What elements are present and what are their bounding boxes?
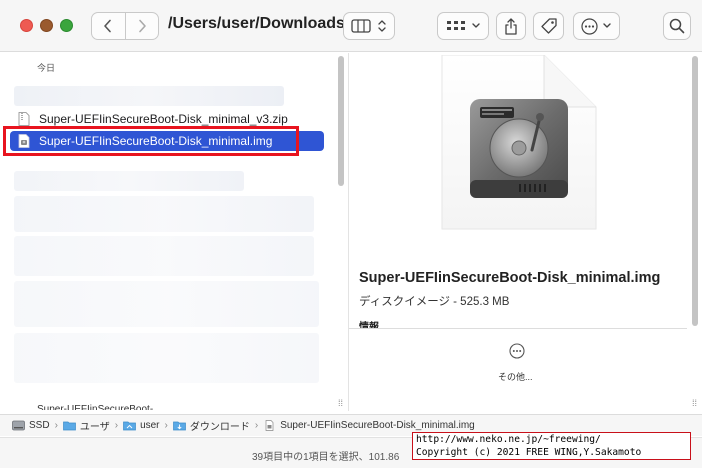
close-window-button[interactable] <box>20 19 33 32</box>
path-crumb-file[interactable]: Super-UEFIinSecureBoot-Disk_minimal.img <box>263 420 475 431</box>
chevron-down-icon <box>471 23 480 28</box>
more-icon[interactable] <box>509 343 525 359</box>
home-folder-icon <box>123 421 136 431</box>
file-list-scrollbar[interactable] <box>338 56 344 186</box>
column-resize-handle[interactable]: ⁞⁞ <box>692 398 697 408</box>
tag-button[interactable] <box>533 12 564 40</box>
chevron-right-icon <box>139 19 146 33</box>
blurred-row <box>14 281 319 327</box>
view-mode-button[interactable] <box>343 12 395 40</box>
highlight-annotation <box>3 126 299 156</box>
more-icon <box>581 17 598 35</box>
zip-file-icon <box>18 112 30 126</box>
file-name: Super-UEFIinSecureBoot-Disk_minimal_v3.z… <box>39 112 288 126</box>
preview-file-name: Super-UEFIinSecureBoot-Disk_minimal.img <box>359 270 661 286</box>
navigation-buttons <box>91 12 159 40</box>
zoom-window-button[interactable] <box>60 19 73 32</box>
blurred-row <box>14 236 314 276</box>
path-crumb-ssd[interactable]: SSD <box>12 420 50 431</box>
window-title: /Users/user/Downloads <box>168 15 345 32</box>
minimize-window-button[interactable] <box>40 19 53 32</box>
blurred-row <box>14 196 314 232</box>
share-button[interactable] <box>496 12 526 40</box>
copyright-watermark: http://www.neko.ne.jp/~freewing/ Copyrig… <box>412 432 691 460</box>
column-view-icon <box>351 19 371 33</box>
preview-scrollbar[interactable] <box>692 56 698 326</box>
search-icon <box>669 18 685 34</box>
blurred-row <box>14 86 284 106</box>
more-actions-button[interactable] <box>573 12 620 40</box>
toolbar: /Users/user/Downloads <box>0 0 702 52</box>
preview-thumbnail <box>440 54 597 230</box>
watermark-url: http://www.neko.ne.jp/~freewing/ <box>416 434 601 445</box>
watermark-copyright: Copyright (c) 2021 FREE WING,Y.Sakamoto <box>416 446 642 458</box>
chevron-right-icon: › <box>114 420 119 431</box>
updown-chevron-icon <box>378 20 386 32</box>
forward-button[interactable] <box>124 13 158 39</box>
folder-icon <box>63 421 76 431</box>
disk-image-file-icon <box>265 420 274 431</box>
path-crumb-users[interactable]: ユーザ <box>63 418 110 433</box>
column-resize-handle[interactable]: ⁞⁞ <box>338 398 343 408</box>
more-button-label[interactable]: その他... <box>498 370 533 383</box>
chevron-right-icon: › <box>254 420 259 431</box>
status-text: 39項目中の1項目を選択、101.86 <box>252 452 400 463</box>
hard-disk-icon <box>441 54 597 230</box>
chevron-down-icon <box>603 23 611 28</box>
tag-icon <box>540 18 557 34</box>
group-button[interactable] <box>437 12 489 40</box>
chevron-left-icon <box>104 19 112 33</box>
divider <box>349 328 687 329</box>
preview-kind-size: ディスクイメージ - 525.3 MB <box>359 296 510 308</box>
share-icon <box>505 17 517 35</box>
downloads-folder-icon <box>173 421 186 431</box>
back-button[interactable] <box>92 13 125 39</box>
pane-divider <box>348 53 349 411</box>
path-crumb-downloads[interactable]: ダウンロード <box>173 418 250 433</box>
info-section-label: 情報 <box>359 322 379 328</box>
file-list: 今日 Super-UEFIinSecureBoot-Disk_minimal_v… <box>0 53 333 411</box>
search-button[interactable] <box>663 12 691 40</box>
path-crumb-user[interactable]: user <box>123 420 160 431</box>
blurred-row <box>14 171 244 191</box>
drive-icon <box>12 420 25 431</box>
group-grid-icon <box>446 21 465 30</box>
section-label-today: 今日 <box>37 63 56 73</box>
partial-file-row: Super-UEFIinSecureBoot-... <box>37 404 162 410</box>
blurred-row <box>14 333 319 383</box>
chevron-right-icon: › <box>54 420 58 431</box>
chevron-right-icon: › <box>164 420 168 431</box>
